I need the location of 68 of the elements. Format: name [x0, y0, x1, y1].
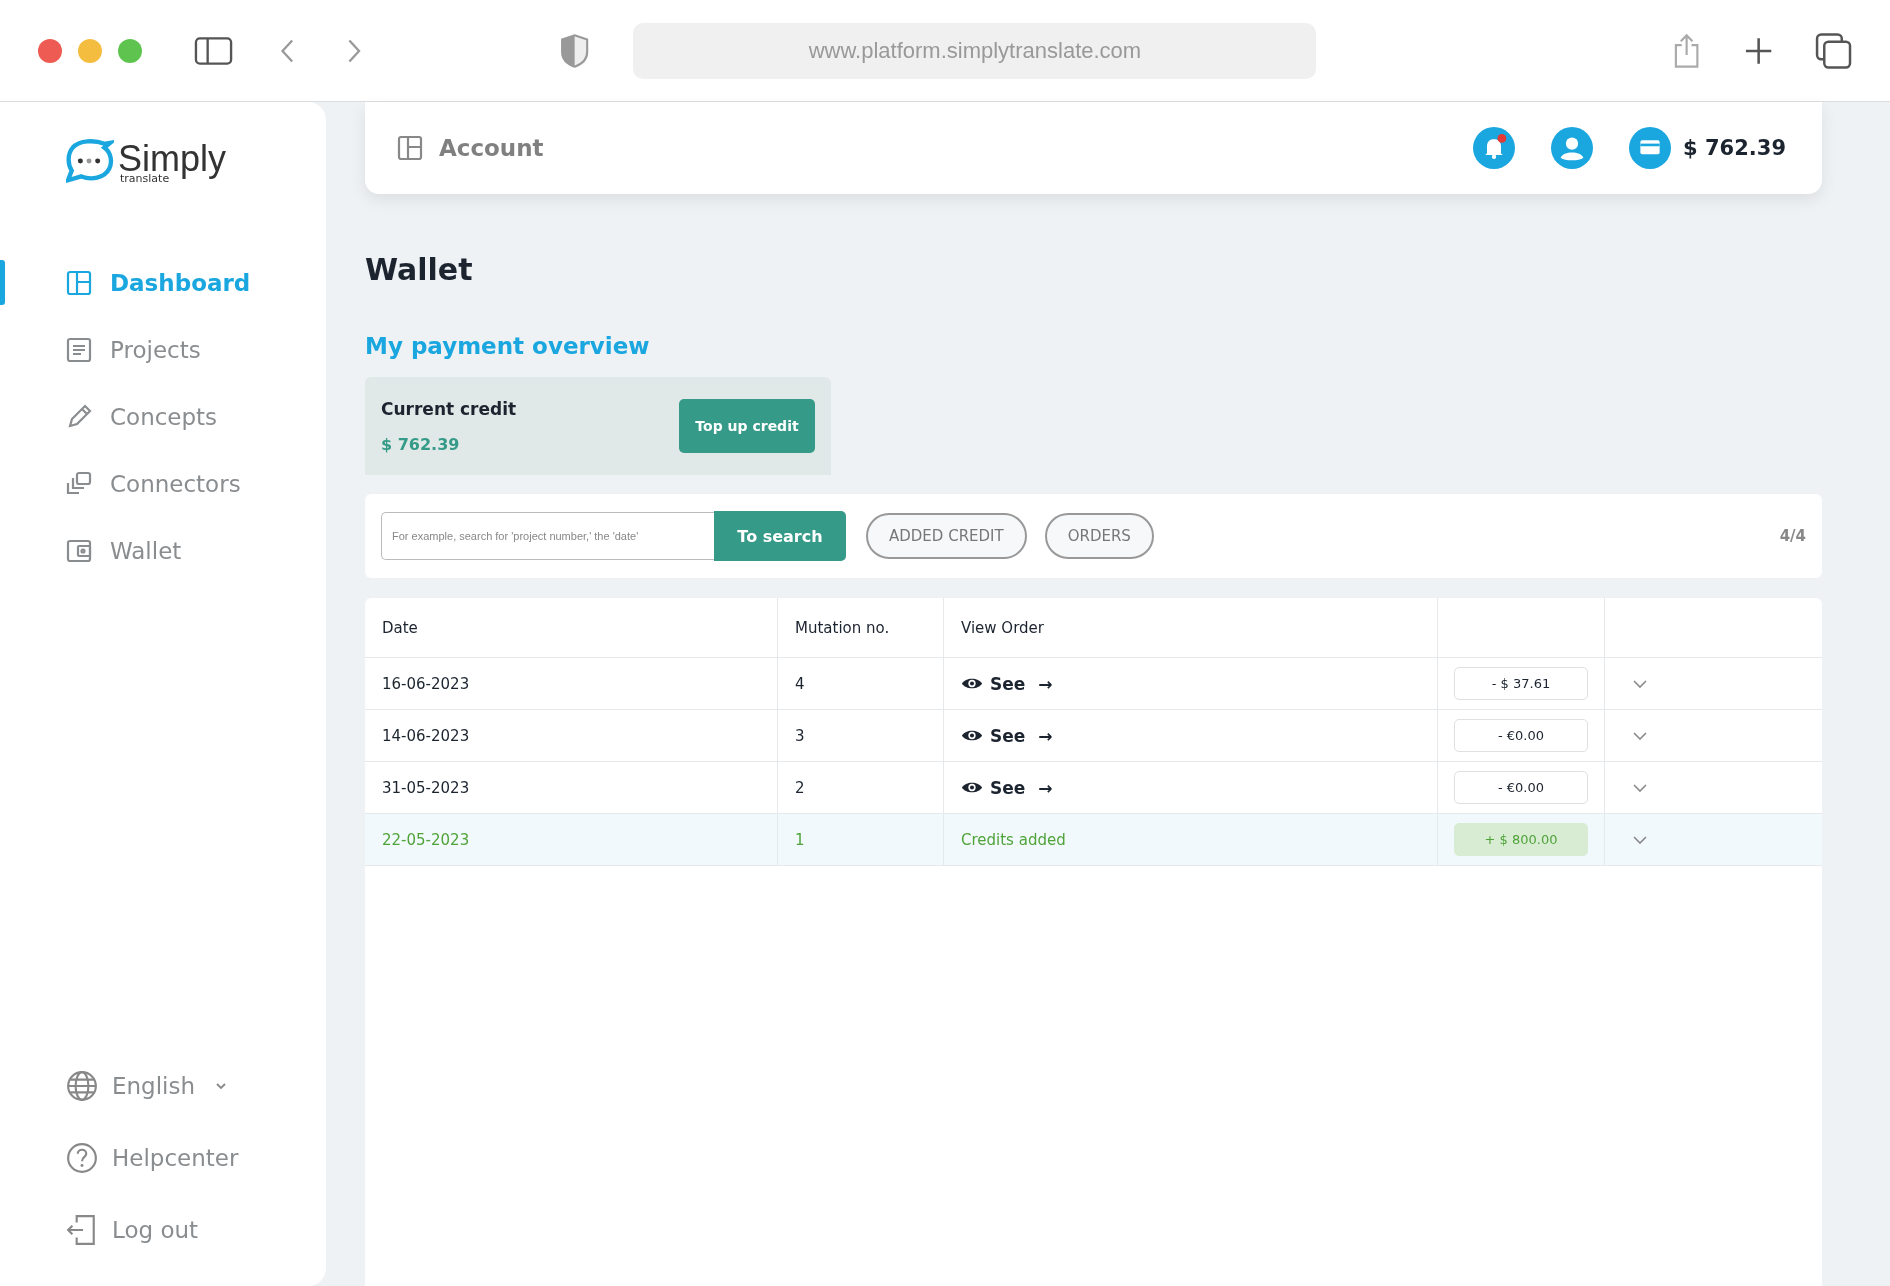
header-title: Account — [439, 135, 544, 161]
amount-badge: - €0.00 — [1454, 719, 1588, 752]
see-order-link[interactable]: See → — [961, 725, 1053, 746]
see-order-link[interactable]: See → — [961, 777, 1053, 798]
eye-icon — [961, 780, 983, 795]
stacked-windows-icon — [66, 470, 92, 497]
credit-label: Current credit — [381, 398, 517, 419]
sidebar-toggle-icon[interactable] — [194, 35, 234, 66]
eye-icon — [961, 676, 983, 691]
shield-icon[interactable] — [560, 32, 590, 69]
chevron-down-icon[interactable] — [1633, 783, 1647, 792]
sidebar-nav-item[interactable]: Projects — [0, 327, 326, 372]
address-bar[interactable]: www.platform.simplytranslate.com — [633, 22, 1317, 79]
search-field[interactable]: For example, search for 'project number,' the 'date' — [381, 512, 714, 560]
column-header: View Order — [944, 598, 1438, 657]
zoom-window-button[interactable] — [118, 38, 142, 63]
notification-bell-icon[interactable] — [1473, 127, 1516, 169]
mutation-number-cell: 3 — [795, 726, 805, 745]
new-tab-icon[interactable] — [1743, 35, 1773, 66]
mutation-number-cell: 2 — [795, 778, 805, 797]
column-header: Date — [365, 598, 778, 657]
close-window-button[interactable] — [38, 38, 62, 63]
mutation-number-cell: 1 — [795, 830, 805, 849]
page-title: Wallet — [365, 252, 474, 287]
logout-icon — [66, 1214, 98, 1246]
credit-amount: $ 762.39 — [381, 434, 461, 454]
see-order-link[interactable]: See → — [961, 673, 1053, 694]
sidebar-nav-item[interactable]: Concepts — [0, 394, 326, 439]
credits-added-text: Credits added — [961, 830, 1066, 849]
layout-icon — [397, 135, 423, 161]
document-icon — [66, 336, 92, 363]
filter-chip[interactable]: ADDED CREDIT — [866, 513, 1027, 559]
credit-card-icon[interactable] — [1629, 127, 1672, 169]
amount-badge: + $ 800.00 — [1454, 823, 1588, 856]
filter-chip[interactable]: ORDERS — [1044, 513, 1154, 559]
minimize-window-button[interactable] — [78, 38, 102, 63]
amount-badge: - $ 37.61 — [1454, 667, 1588, 700]
pencil-icon — [66, 403, 92, 430]
chevron-down-icon — [215, 1082, 228, 1090]
help-icon — [66, 1142, 98, 1174]
logout-link[interactable]: Log out — [66, 1214, 326, 1246]
chevron-down-icon[interactable] — [1633, 679, 1647, 688]
language-selector[interactable]: English — [66, 1070, 326, 1102]
tabs-icon[interactable] — [1814, 31, 1852, 70]
sidebar-nav-item[interactable]: Wallet — [0, 528, 326, 573]
chevron-down-icon[interactable] — [1633, 731, 1647, 740]
search-button[interactable]: To search — [714, 511, 846, 561]
top-up-credit-button[interactable]: Top up credit — [679, 399, 815, 453]
chevron-down-icon[interactable] — [1633, 835, 1647, 844]
user-avatar-icon[interactable] — [1551, 127, 1594, 169]
mutation-number-cell: 4 — [795, 674, 805, 693]
globe-icon — [66, 1070, 98, 1102]
amount-badge: - €0.00 — [1454, 771, 1588, 804]
result-count: 4/4 — [1779, 527, 1806, 545]
date-cell: 16-06-2023 — [382, 674, 470, 693]
speech-bubble-logo-icon — [66, 139, 114, 185]
eye-icon — [961, 728, 983, 743]
date-cell: 31-05-2023 — [382, 778, 470, 797]
layout-icon — [66, 269, 92, 296]
helpcenter-link[interactable]: Helpcenter — [66, 1142, 326, 1174]
column-header: Mutation no. — [778, 598, 944, 657]
sidebar-nav-item[interactable]: Dashboard — [0, 260, 326, 305]
date-cell: 22-05-2023 — [382, 830, 470, 849]
section-title: My payment overview — [365, 333, 651, 359]
wallet-icon — [66, 537, 92, 564]
date-cell: 14-06-2023 — [382, 726, 470, 745]
balance-amount: $ 762.39 — [1683, 136, 1786, 160]
sidebar-nav-item[interactable]: Connectors — [0, 461, 326, 506]
